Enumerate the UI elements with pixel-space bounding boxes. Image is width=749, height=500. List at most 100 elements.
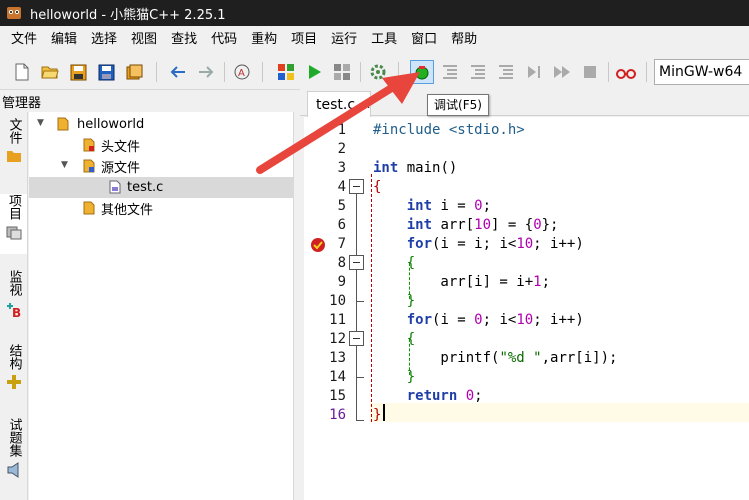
tree-node-file[interactable]: test.c [29, 177, 294, 198]
code-line: { [373, 331, 416, 347]
run-to-cursor-icon[interactable] [524, 62, 544, 82]
fold-toggle[interactable] [349, 331, 364, 346]
editor-tab-test[interactable]: test.c ✕ [307, 91, 371, 117]
line-number: 5 [337, 198, 346, 214]
structure-icon [7, 375, 21, 389]
menu-tools[interactable]: 工具 [364, 26, 404, 54]
tree-label-file: test.c [127, 180, 164, 195]
close-all-icon[interactable] [124, 62, 144, 82]
menu-refactor[interactable]: 重构 [244, 26, 284, 54]
menu-project[interactable]: 项目 [284, 26, 324, 54]
line-number: 9 [337, 274, 346, 290]
side-tab-project[interactable]: 项目 [0, 194, 27, 254]
tree-node-others[interactable]: 其他文件 [29, 198, 294, 219]
line-number: 4 [337, 179, 346, 195]
save-icon[interactable] [68, 62, 88, 82]
breakpoint-icon[interactable] [310, 237, 326, 253]
save-all-icon[interactable] [96, 62, 116, 82]
c-file-icon [109, 180, 121, 194]
menu-search[interactable]: 查找 [164, 26, 204, 54]
side-tab-problem-set[interactable]: 试题集 [0, 418, 28, 479]
menu-edit[interactable]: 编辑 [44, 26, 84, 54]
code-line: } [373, 407, 382, 423]
redo-icon[interactable] [196, 62, 216, 82]
code-editor[interactable]: 1 2 3 4 5 6 7 8 9 10 11 12 13 14 15 16 #… [304, 117, 749, 500]
source-folder-icon [83, 159, 95, 173]
svg-text:A: A [238, 68, 245, 79]
collapse-arrow-icon[interactable]: ▼ [37, 118, 47, 128]
code-line: { [373, 255, 416, 271]
editor-tab-label: test.c [316, 96, 356, 113]
line-number: 15 [329, 388, 346, 404]
rebuild-gear-icon[interactable] [368, 62, 388, 82]
fold-toggle[interactable] [349, 255, 364, 270]
manager-title: 管理器 [2, 96, 42, 111]
continue-icon[interactable] [552, 62, 572, 82]
editor-gutter: 1 2 3 4 5 6 7 8 9 10 11 12 13 14 15 16 [304, 117, 370, 500]
side-tab-structure[interactable]: 结构 [0, 344, 28, 390]
toolbar-separator [646, 62, 647, 82]
code-line: printf("%d ",arr[i]); [373, 350, 618, 366]
others-folder-icon [83, 201, 95, 215]
svg-text:B: B [12, 306, 21, 318]
folder-icon [7, 151, 21, 162]
line-number: 6 [337, 217, 346, 233]
toolbar-separator [360, 62, 361, 82]
line-number: 10 [329, 293, 346, 309]
side-tab-label: 结构 [6, 344, 22, 370]
fold-end [356, 377, 364, 378]
collapse-arrow-icon[interactable]: ▼ [61, 160, 71, 170]
tree-node-sources[interactable]: ▼ 源文件 [29, 156, 294, 177]
undo-icon[interactable] [168, 62, 188, 82]
step-over-icon[interactable] [440, 62, 460, 82]
stop-icon[interactable] [580, 62, 600, 82]
open-folder-icon[interactable] [40, 62, 60, 82]
compile-run-icon[interactable] [332, 62, 352, 82]
text-cursor [383, 404, 385, 421]
side-tab-files[interactable]: 文件 [0, 118, 28, 164]
title-bar: helloworld - 小熊猫C++ 2.25.1 [0, 0, 749, 26]
step-into-icon[interactable] [468, 62, 488, 82]
run-icon[interactable] [304, 62, 324, 82]
fold-end [356, 420, 364, 421]
menu-help[interactable]: 帮助 [444, 26, 484, 54]
menu-file[interactable]: 文件 [4, 26, 44, 54]
header-folder-icon [83, 138, 95, 152]
debug-tooltip: 调试(F5) [427, 94, 489, 116]
app-icon [7, 7, 21, 19]
side-tab-watch[interactable]: 监视 B [0, 270, 28, 318]
code-line: int arr[10] = {0}; [406, 217, 559, 233]
code-line: } [373, 293, 416, 309]
debug-bug-icon[interactable] [410, 60, 434, 84]
project-folder-icon [57, 117, 69, 131]
line-number: 14 [329, 369, 346, 385]
project-icon [6, 226, 21, 240]
menu-view[interactable]: 视图 [124, 26, 164, 54]
side-tab-label: 项目 [6, 194, 21, 220]
line-number: 2 [337, 141, 346, 157]
toolbar-separator [398, 62, 399, 82]
step-out-icon[interactable] [496, 62, 516, 82]
problem-set-icon [7, 462, 19, 478]
tree-node-project[interactable]: ▼ helloworld [29, 114, 294, 135]
compiler-select[interactable]: MinGW-w64 [654, 59, 749, 85]
menu-code[interactable]: 代码 [204, 26, 244, 54]
menu-window[interactable]: 窗口 [404, 26, 444, 54]
side-tab-label: 试题集 [6, 418, 22, 457]
code-line: for(i = 0; i<10; i++) [406, 312, 584, 328]
fold-toggle[interactable] [349, 179, 364, 194]
menu-run[interactable]: 运行 [324, 26, 364, 54]
code-line: int main() [373, 160, 458, 176]
new-file-icon[interactable] [12, 62, 32, 82]
close-icon[interactable]: ✕ [361, 98, 371, 112]
tree-label-sources: 源文件 [101, 161, 141, 176]
tree-node-headers[interactable]: 头文件 [29, 135, 294, 156]
format-icon[interactable]: A [232, 62, 252, 82]
side-tab-bar: 文件 项目 监视 B 结构 试题集 [0, 112, 28, 500]
glasses-icon[interactable] [616, 62, 636, 82]
menu-select[interactable]: 选择 [84, 26, 124, 54]
tree-label-others: 其他文件 [101, 203, 154, 218]
tree-label-project: helloworld [77, 117, 145, 132]
compile-icon[interactable] [276, 62, 296, 82]
side-tab-label: 文件 [6, 118, 22, 144]
